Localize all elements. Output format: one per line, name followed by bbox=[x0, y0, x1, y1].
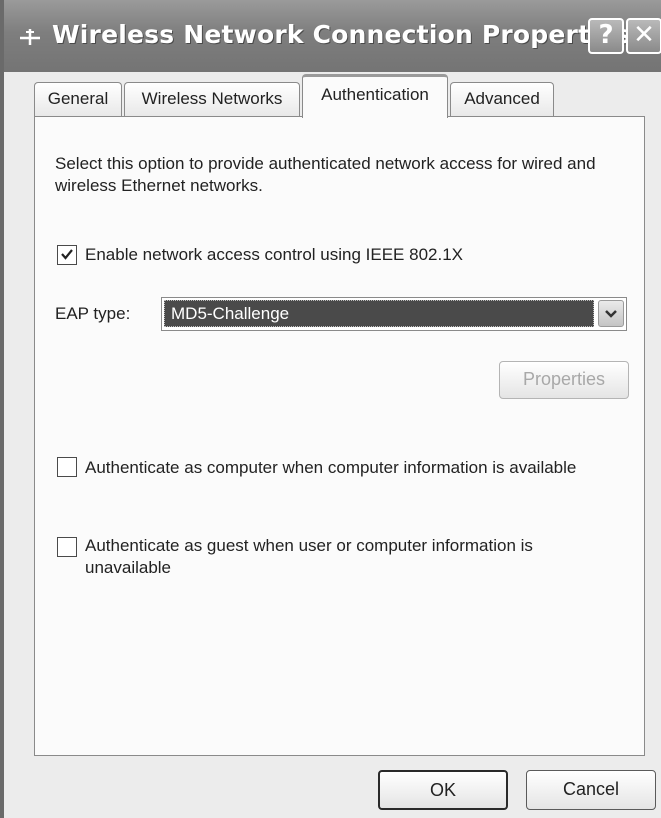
ok-button[interactable]: OK bbox=[378, 770, 508, 810]
tab-wireless-networks[interactable]: Wireless Networks bbox=[124, 82, 300, 116]
auth-as-computer-label[interactable]: Authenticate as computer when computer i… bbox=[85, 457, 576, 479]
close-icon: ✕ bbox=[633, 20, 655, 50]
eap-type-value: MD5-Challenge bbox=[164, 300, 594, 327]
tab-advanced[interactable]: Advanced bbox=[450, 82, 554, 116]
cancel-button[interactable]: Cancel bbox=[526, 770, 656, 810]
chevron-down-icon bbox=[605, 310, 617, 318]
properties-button[interactable]: Properties bbox=[499, 361, 629, 399]
dropdown-button[interactable] bbox=[598, 300, 624, 327]
tab-authentication[interactable]: Authentication bbox=[302, 74, 448, 118]
window-title: Wireless Network Connection Properties bbox=[52, 20, 632, 49]
authentication-panel: Select this option to provide authentica… bbox=[34, 116, 645, 756]
auth-as-computer-checkbox[interactable] bbox=[57, 457, 77, 477]
title-bar[interactable]: Wireless Network Connection Properties ?… bbox=[4, 0, 661, 72]
eap-type-label: EAP type: bbox=[55, 304, 131, 323]
network-connection-icon bbox=[20, 29, 40, 45]
close-button[interactable]: ✕ bbox=[626, 18, 661, 54]
tab-general[interactable]: General bbox=[34, 82, 122, 116]
enable-8021x-checkbox[interactable] bbox=[57, 245, 77, 265]
auth-as-guest-label[interactable]: Authenticate as guest when user or compu… bbox=[85, 535, 605, 579]
checkmark-icon bbox=[61, 249, 73, 260]
help-icon: ? bbox=[598, 20, 614, 50]
eap-type-select[interactable]: MD5-Challenge bbox=[161, 297, 627, 331]
help-button[interactable]: ? bbox=[588, 18, 624, 54]
auth-as-guest-checkbox[interactable] bbox=[57, 537, 77, 557]
enable-8021x-label[interactable]: Enable network access control using IEEE… bbox=[85, 244, 463, 266]
properties-dialog: Wireless Network Connection Properties ?… bbox=[0, 0, 661, 818]
authentication-description: Select this option to provide authentica… bbox=[55, 154, 596, 195]
